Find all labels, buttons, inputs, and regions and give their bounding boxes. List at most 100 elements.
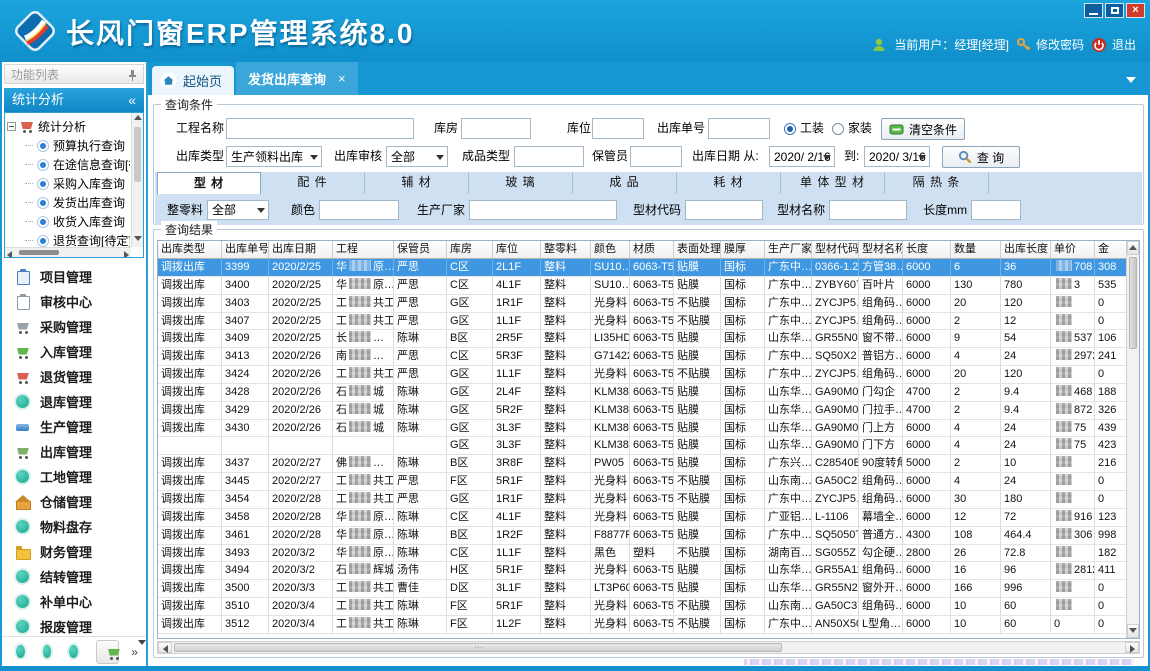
- col-header-out-length[interactable]: 出库长度: [1001, 241, 1051, 258]
- sidebar-menu-item[interactable]: 退库管理: [2, 389, 146, 414]
- col-header-project[interactable]: 工程: [333, 241, 394, 258]
- material-tab[interactable]: 耗 材: [677, 172, 781, 194]
- tree-item[interactable]: 退货查询[待定]: [7, 231, 130, 247]
- sidebar-menu-item[interactable]: 项目管理: [2, 264, 146, 289]
- col-header-date[interactable]: 出库日期: [269, 241, 333, 258]
- col-header-material[interactable]: 材质: [630, 241, 674, 258]
- sidebar-menu-item[interactable]: 出库管理: [2, 439, 146, 464]
- logout-button[interactable]: 退出: [1091, 36, 1136, 53]
- order-no-input[interactable]: [708, 118, 770, 139]
- minimize-button[interactable]: [1084, 3, 1103, 18]
- pin-icon[interactable]: [127, 69, 138, 81]
- expander-icon[interactable]: [7, 122, 16, 131]
- material-tab[interactable]: 玻 璃: [469, 172, 573, 194]
- tree-item[interactable]: 采购入库查询: [7, 174, 130, 193]
- col-header-order-no[interactable]: 出库单号: [222, 241, 269, 258]
- col-header-color[interactable]: 颜色: [591, 241, 630, 258]
- col-header-qty[interactable]: 数量: [951, 241, 1001, 258]
- sidebar-menu-item[interactable]: 物料盘存: [2, 514, 146, 539]
- length-input[interactable]: [971, 200, 1021, 220]
- col-header-length[interactable]: 长度: [903, 241, 951, 258]
- material-tab[interactable]: 成 品: [573, 172, 677, 194]
- tree-scroll-thumb[interactable]: [134, 127, 141, 182]
- tree-item[interactable]: 预算执行查询: [7, 136, 130, 155]
- material-tab[interactable]: 辅 材: [365, 172, 469, 194]
- scroll-up-button[interactable]: [1127, 241, 1139, 255]
- date-to-picker[interactable]: 2020/ 3/16: [864, 146, 930, 167]
- col-header-profile-name[interactable]: 型材名称: [859, 241, 903, 258]
- tree-item[interactable]: 发货出库查询: [7, 193, 130, 212]
- sidebar-menu-item[interactable]: 审核中心: [2, 289, 146, 314]
- table-row[interactable]: 调拨出库34292020/2/26石城陈琳G区5R2F整料KLM38176063…: [158, 402, 1139, 420]
- tree-hscroll-thumb[interactable]: [19, 250, 59, 255]
- project-name-input[interactable]: [226, 118, 414, 139]
- col-header-manufacturer[interactable]: 生产厂家: [765, 241, 812, 258]
- table-row[interactable]: 调拨出库34302020/2/26石城陈琳G区3L3F整料KLM38176063…: [158, 420, 1139, 438]
- table-row[interactable]: 调拨出库34132020/2/26南…严思C区5R3F整料G714226063-…: [158, 348, 1139, 366]
- radio-industrial[interactable]: 工装: [784, 118, 824, 139]
- table-row[interactable]: 调拨出库34612020/2/28华原…陈琳B区1R2F整料F8877FT606…: [158, 527, 1139, 545]
- sidebar-menu-item[interactable]: 入库管理: [2, 339, 146, 364]
- material-tab[interactable]: 配 件: [261, 172, 365, 194]
- sidebar-menu-item[interactable]: 补单中心: [2, 589, 146, 614]
- scroll-up-icon[interactable]: [134, 115, 142, 120]
- tab-outbound-query[interactable]: 发货出库查询 ×: [236, 62, 358, 95]
- location-input[interactable]: [592, 118, 644, 139]
- tab-list-dropdown-icon[interactable]: [1126, 77, 1136, 83]
- table-row[interactable]: 调拨出库34452020/2/27工共工程严思F区5R1F整料光身料6063-T…: [158, 473, 1139, 491]
- col-header-unit-price[interactable]: 单价: [1051, 241, 1095, 258]
- tree-item[interactable]: 收货入库查询: [7, 212, 130, 231]
- scroll-down-button[interactable]: [1127, 624, 1139, 638]
- col-header-warehouse[interactable]: 库房: [447, 241, 493, 258]
- close-button[interactable]: ×: [1126, 3, 1145, 18]
- table-row[interactable]: 调拨出库34072020/2/25工共工程严思G区1L1F整料光身料6063-T…: [158, 313, 1139, 331]
- tree-item[interactable]: 在途信息查询[待: [7, 155, 130, 174]
- material-tab[interactable]: 型 材: [157, 172, 261, 194]
- table-scroll-thumb[interactable]: [1129, 257, 1137, 349]
- tray-dot-icon[interactable]: [69, 645, 78, 658]
- outbound-type-select[interactable]: 生产领料出库: [226, 146, 322, 167]
- radio-home[interactable]: 家装: [832, 118, 872, 139]
- tray-cart-button[interactable]: [96, 640, 119, 664]
- warehouse-input[interactable]: [461, 118, 531, 139]
- tab-home[interactable]: 起始页: [152, 66, 234, 95]
- material-tab[interactable]: 单 体 型 材: [781, 172, 885, 194]
- tray-dot-icon[interactable]: [43, 645, 52, 658]
- sidebar-menu-item[interactable]: 采购管理: [2, 314, 146, 339]
- sidebar-menu-item[interactable]: 财务管理: [2, 539, 146, 564]
- color-input[interactable]: [319, 200, 399, 220]
- scroll-right-button[interactable]: [1125, 642, 1139, 653]
- tray-dot-icon[interactable]: [16, 645, 25, 658]
- sidebar-menu-item[interactable]: 工地管理: [2, 464, 146, 489]
- section-header[interactable]: 统计分析 «: [4, 88, 144, 112]
- table-row[interactable]: 调拨出库34582020/2/28华原…陈琳C区4L1F整料光身料6063-T5…: [158, 509, 1139, 527]
- table-row[interactable]: 调拨出库35122020/3/4工共工程陈琳F区1L2F整料光身料6063-T5…: [158, 616, 1139, 634]
- audit-select[interactable]: 全部: [386, 146, 448, 167]
- more-button[interactable]: »: [131, 647, 146, 657]
- table-row[interactable]: 调拨出库34372020/2/27佛…陈琳B区3R8F整料PW056063-T5…: [158, 455, 1139, 473]
- table-row[interactable]: 调拨出库34002020/2/25华原…严思C区4L1F整料SU10…6063-…: [158, 277, 1139, 295]
- col-header-location[interactable]: 库位: [493, 241, 541, 258]
- col-header-whole-part[interactable]: 整零料: [541, 241, 591, 258]
- table-vertical-scrollbar[interactable]: [1126, 241, 1139, 638]
- tree-root[interactable]: 统计分析: [7, 116, 130, 136]
- col-header-keeper[interactable]: 保管员: [394, 241, 447, 258]
- sidebar-menu-item[interactable]: 退货管理: [2, 364, 146, 389]
- table-row[interactable]: 调拨出库35002020/3/3工共工程曹佳D区3L1F整料LT3P606063…: [158, 580, 1139, 598]
- scroll-right-icon[interactable]: [124, 251, 129, 258]
- search-button[interactable]: 查 询: [942, 146, 1020, 168]
- col-header-type[interactable]: 出库类型: [158, 241, 222, 258]
- table-row[interactable]: 调拨出库33992020/2/25华原…严思C区2L1F整料SU10…6063-…: [158, 259, 1139, 277]
- table-row[interactable]: 调拨出库34282020/2/26石城陈琳G区2L4F整料KLM38176063…: [158, 384, 1139, 402]
- col-header-film-thickness[interactable]: 膜厚: [721, 241, 765, 258]
- table-row[interactable]: 调拨出库34032020/2/25工共工程严思G区1R1F整料光身料6063-T…: [158, 295, 1139, 313]
- date-from-picker[interactable]: 2020/ 2/16: [769, 146, 835, 167]
- scroll-left-button[interactable]: [158, 642, 172, 653]
- whole-part-select[interactable]: 全部: [207, 200, 269, 220]
- table-row[interactable]: 调拨出库34092020/2/25长…陈琳B区2R5F整料LI35HD6063-…: [158, 330, 1139, 348]
- maximize-button[interactable]: [1105, 3, 1124, 18]
- collapse-icon[interactable]: «: [128, 88, 136, 112]
- table-row[interactable]: 调拨出库34542020/2/28工共工程严思G区1R1F整料光身料6063-T…: [158, 491, 1139, 509]
- sidebar-menu-item[interactable]: 结转管理: [2, 564, 146, 589]
- material-tab[interactable]: 隔 热 条: [885, 172, 989, 194]
